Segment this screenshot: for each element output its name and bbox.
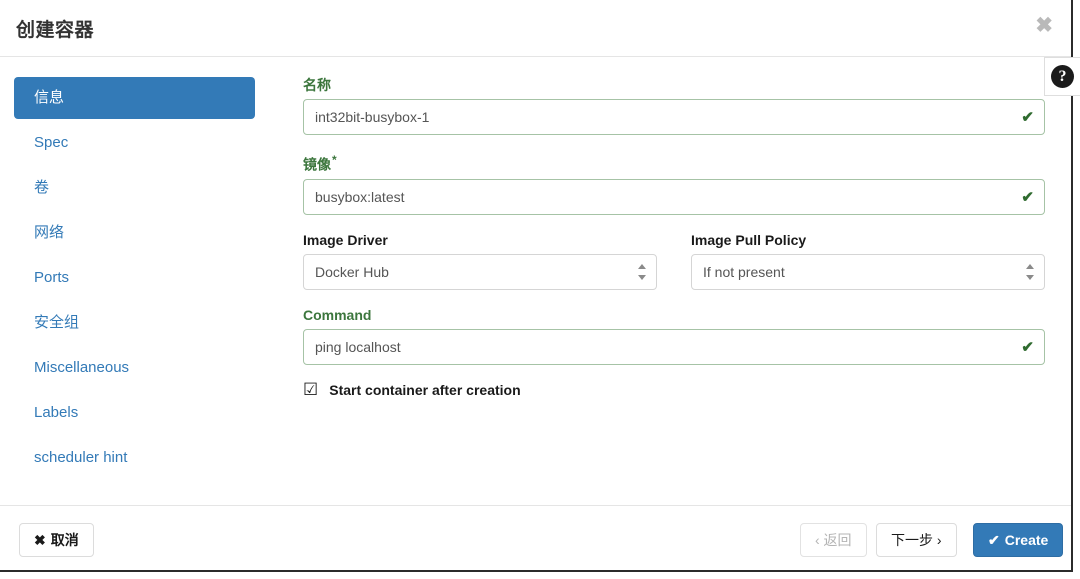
sidebar-item-scheduler-hint[interactable]: scheduler hint (14, 437, 255, 479)
name-field-wrapper: ✔ (303, 99, 1045, 135)
sidebar-item-spec[interactable]: Spec (14, 122, 255, 164)
image-driver-label: Image Driver (303, 231, 388, 248)
next-button[interactable]: 下一步 › (876, 523, 957, 557)
driver-policy-row: Image Driver Docker Hub Image Pull Polic… (303, 232, 1045, 290)
command-field-wrapper: ✔ (303, 328, 1045, 365)
create-button-label: Create (1004, 532, 1049, 548)
sidebar-item-info[interactable]: 信息 (14, 77, 255, 119)
sidebar-item-labels[interactable]: Labels (14, 392, 255, 434)
sidebar-item-network[interactable]: 网络 (14, 212, 255, 254)
back-button[interactable]: ‹ 返回 (800, 523, 867, 557)
create-button[interactable]: ✔ Create (973, 523, 1064, 557)
dialog-body: 信息 Spec 卷 网络 Ports 安全组 Miscellaneous Lab… (0, 57, 1071, 505)
cancel-button-label: 取消 (50, 532, 79, 548)
image-pull-policy-label: Image Pull Policy (691, 231, 807, 248)
start-after-creation-label: Start container after creation (329, 382, 521, 399)
image-field-wrapper: ✔ (303, 178, 1045, 215)
help-button[interactable]: ? (1044, 57, 1080, 96)
required-asterisk-icon: * (332, 153, 337, 167)
image-pull-policy-select[interactable]: If not present (691, 253, 1045, 290)
checkbox-checked-icon: ☑ (303, 379, 319, 400)
close-icon[interactable]: ✖ (1031, 11, 1057, 40)
create-container-dialog: 创建容器 ✖ 信息 Spec 卷 网络 Ports 安全组 Miscellane… (0, 0, 1073, 572)
dialog-title: 创建容器 (16, 20, 95, 41)
dialog-footer: ✖ 取消 ‹ 返回 下一步 › ✔ Create (0, 505, 1071, 572)
name-field-label: 名称 (303, 77, 331, 93)
sidebar-item-volumes[interactable]: 卷 (14, 167, 255, 209)
start-after-creation-checkbox[interactable]: ☑ Start container after creation (303, 379, 1045, 400)
dialog-sidebar-nav: 信息 Spec 卷 网络 Ports 安全组 Miscellaneous Lab… (14, 77, 255, 482)
check-icon: ✔ (988, 532, 1000, 548)
dialog-header: 创建容器 ✖ (0, 0, 1071, 57)
image-driver-select[interactable]: Docker Hub (303, 253, 657, 290)
container-info-form: 名称 ✔ 镜像* ✔ Image Driver Docker Hub (303, 77, 1045, 399)
question-mark-icon: ? (1051, 65, 1074, 88)
cancel-button[interactable]: ✖ 取消 (19, 523, 94, 557)
sidebar-item-ports[interactable]: Ports (14, 257, 255, 299)
command-field-label: Command (303, 306, 372, 323)
image-label-text: 镜像 (303, 156, 331, 173)
image-input[interactable] (303, 178, 1045, 215)
command-input[interactable] (303, 328, 1045, 365)
name-input[interactable] (303, 99, 1045, 135)
image-driver-select-wrapper: Docker Hub (303, 253, 657, 290)
sidebar-item-miscellaneous[interactable]: Miscellaneous (14, 347, 255, 389)
image-pull-policy-column: Image Pull Policy If not present (691, 232, 1045, 290)
image-pull-policy-select-wrapper: If not present (691, 253, 1045, 290)
image-field-label: 镜像* (303, 152, 1045, 174)
close-icon: ✖ (34, 532, 46, 548)
image-driver-column: Image Driver Docker Hub (303, 232, 657, 290)
sidebar-item-security-groups[interactable]: 安全组 (14, 302, 255, 344)
